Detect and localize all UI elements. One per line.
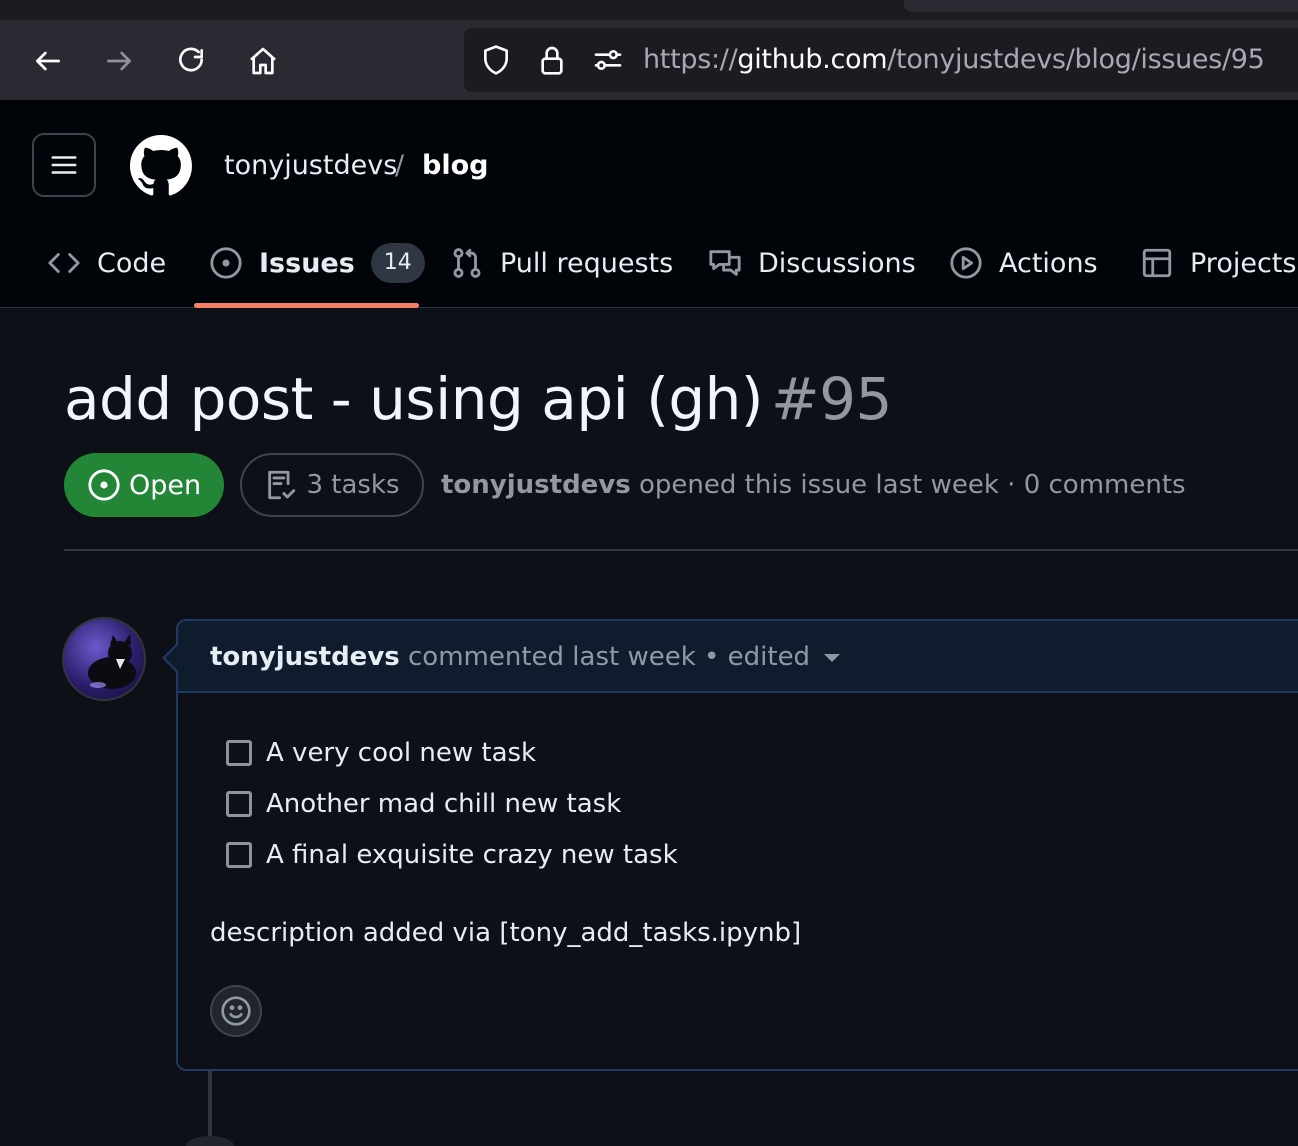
add-reaction-button[interactable]	[210, 985, 262, 1037]
comment-author-link[interactable]: tonyjustdevs	[210, 642, 400, 672]
issue-author-link[interactable]: tonyjustdevs	[441, 470, 631, 500]
cat-avatar-image	[88, 634, 136, 689]
issues-count-badge: 14	[370, 243, 425, 283]
hamburger-icon	[51, 156, 77, 174]
breadcrumb-separator: /	[395, 150, 405, 181]
task-label: A very cool new task	[266, 738, 537, 768]
avatar[interactable]	[62, 617, 146, 701]
task-item: A final exquisite crazy new task	[226, 840, 678, 870]
checklist-icon	[268, 470, 296, 500]
code-icon	[48, 253, 80, 273]
issue-title: add post - using api (gh) #95	[64, 365, 892, 433]
issue-title-text: add post - using api (gh)	[64, 365, 764, 433]
issue-opened-icon	[88, 469, 120, 501]
back-button[interactable]	[25, 38, 71, 84]
tab-actions[interactable]: Actions	[949, 238, 1098, 288]
tab-discussions-label: Discussions	[758, 247, 916, 279]
home-icon	[250, 47, 276, 75]
browser-active-tab[interactable]	[904, 0, 1298, 12]
issue-number: #95	[771, 365, 892, 433]
menu-button[interactable]	[32, 133, 96, 197]
comment-meta-text[interactable]: commented last week • edited	[408, 642, 810, 672]
url-path: /tonyjustdevs/blog/issues/95	[887, 44, 1265, 75]
tab-discussions[interactable]: Discussions	[708, 238, 916, 288]
url-scheme: https://	[643, 44, 738, 75]
shield-icon[interactable]	[480, 44, 512, 76]
task-label: Another mad chill new task	[266, 789, 622, 819]
tasks-count-button[interactable]: 3 tasks	[240, 453, 424, 517]
tab-issues-label: Issues	[259, 247, 355, 279]
arrow-right-icon	[107, 51, 131, 71]
tab-issues[interactable]: Issues 14	[209, 238, 425, 288]
github-logo-icon[interactable]	[130, 135, 192, 197]
tab-code-label: Code	[97, 247, 167, 279]
task-item: A very cool new task	[226, 738, 536, 768]
issue-state-label: Open	[128, 469, 202, 501]
task-checkbox[interactable]	[226, 842, 252, 868]
edited-dropdown-caret[interactable]	[824, 653, 841, 662]
comment-description: description added via [tony_add_tasks.ip…	[210, 918, 802, 948]
tasks-count-label: 3 tasks	[306, 470, 400, 500]
tab-code[interactable]: Code	[47, 238, 166, 288]
tab-projects-label: Projects	[1190, 247, 1297, 279]
issue-meta-text: opened this issue last week · 0 comments	[639, 470, 1186, 500]
issue-opened-icon	[210, 247, 242, 279]
reload-icon	[179, 47, 203, 72]
smiley-icon	[221, 996, 251, 1026]
url-text[interactable]: https://github.com/tonyjustdevs/blog/iss…	[643, 44, 1265, 75]
comment-meta: tonyjustdevs commented last week • edite…	[210, 642, 841, 672]
forward-button[interactable]	[96, 38, 142, 84]
repo-name-link[interactable]: blog	[422, 150, 488, 181]
home-button[interactable]	[240, 38, 286, 84]
tab-pull-requests[interactable]: Pull requests	[450, 238, 673, 288]
selected-tab-underline	[194, 303, 419, 308]
task-label: A final exquisite crazy new task	[266, 840, 678, 870]
tab-actions-label: Actions	[999, 247, 1098, 279]
title-divider	[64, 549, 1298, 551]
play-icon	[950, 247, 982, 279]
table-icon	[1142, 248, 1172, 278]
url-host: github.com	[737, 44, 888, 75]
tab-projects[interactable]: Projects	[1140, 238, 1296, 288]
issue-meta: tonyjustdevs opened this issue last week…	[441, 470, 1186, 500]
issue-state-badge: Open	[64, 453, 224, 517]
lock-icon[interactable]	[536, 44, 568, 76]
reload-button[interactable]	[168, 38, 214, 84]
comment-caret-fill	[165, 645, 178, 671]
comment-discussion-icon	[709, 250, 741, 276]
permissions-icon[interactable]	[592, 44, 624, 76]
tab-pull-requests-label: Pull requests	[500, 247, 674, 279]
git-pull-request-icon	[453, 248, 481, 278]
task-checkbox[interactable]	[226, 791, 252, 817]
task-item: Another mad chill new task	[226, 789, 621, 819]
timeline-badge	[186, 1136, 234, 1146]
timeline-line	[208, 1071, 212, 1146]
task-checkbox[interactable]	[226, 740, 252, 766]
arrow-left-icon	[36, 51, 60, 71]
repo-owner-link[interactable]: tonyjustdevs	[224, 150, 397, 181]
